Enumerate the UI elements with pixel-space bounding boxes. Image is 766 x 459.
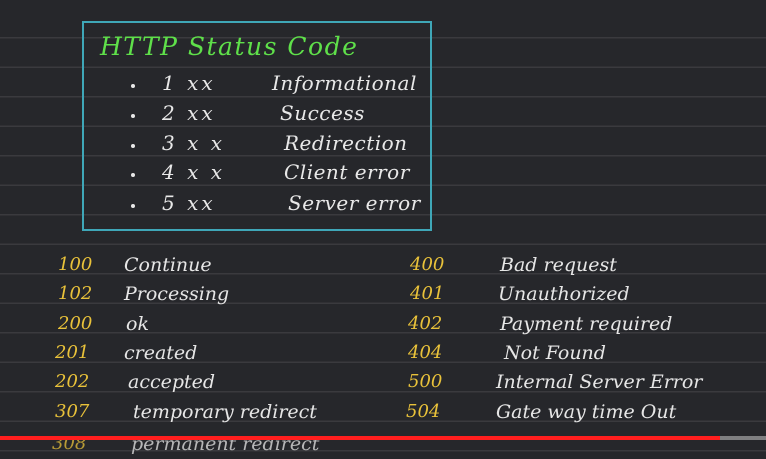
status-class-row: 5 xx Server error xyxy=(0,191,766,219)
status-code-text: Unauthorized xyxy=(498,283,630,305)
status-code-text: Gate way time Out xyxy=(496,401,677,423)
status-code-text: Payment required xyxy=(500,313,673,335)
status-class-code: 3 x x xyxy=(162,131,225,155)
status-code-row: 401 Unauthorized xyxy=(0,283,766,309)
video-progress-fill xyxy=(0,436,721,440)
status-code-number: 400 xyxy=(410,254,445,275)
bullet-dot xyxy=(131,114,135,118)
box-title: HTTP Status Code xyxy=(100,32,359,61)
status-class-row: 1 xx Informational xyxy=(0,71,766,99)
video-progress-bar[interactable] xyxy=(0,436,766,440)
bullet-dot xyxy=(131,84,135,88)
status-class-meaning: Success xyxy=(280,101,365,125)
status-class-meaning: Server error xyxy=(288,191,421,215)
status-class-code: 1 xx xyxy=(162,71,216,95)
status-class-code: 2 xx xyxy=(162,101,216,125)
status-class-meaning: Client error xyxy=(284,160,410,184)
bullet-dot xyxy=(131,204,135,208)
bullet-dot xyxy=(131,144,135,148)
status-code-row: 504 Gate way time Out xyxy=(0,401,766,427)
status-code-number: 500 xyxy=(408,371,443,392)
status-class-row: 2 xx Success xyxy=(0,101,766,129)
status-code-row: 400 Bad request xyxy=(0,254,766,280)
status-code-number: 402 xyxy=(408,313,443,334)
bullet-dot xyxy=(131,173,135,177)
status-code-row: 404 Not Found xyxy=(0,342,766,368)
status-class-meaning: Redirection xyxy=(284,131,408,155)
status-code-row: 402 Payment required xyxy=(0,313,766,339)
status-class-code: 4 x x xyxy=(162,160,225,184)
status-class-row: 4 x x Client error xyxy=(0,160,766,188)
status-class-row: 3 x x Redirection xyxy=(0,131,766,159)
status-code-number: 401 xyxy=(410,283,445,304)
status-class-meaning: Informational xyxy=(272,71,417,95)
status-code-number: 404 xyxy=(408,342,443,363)
status-code-text: Bad request xyxy=(500,254,617,276)
status-code-row: 500 Internal Server Error xyxy=(0,371,766,397)
status-code-text: Not Found xyxy=(504,342,606,364)
status-code-number: 504 xyxy=(406,401,441,422)
status-class-code: 5 xx xyxy=(162,191,216,215)
status-code-text: Internal Server Error xyxy=(496,371,703,393)
